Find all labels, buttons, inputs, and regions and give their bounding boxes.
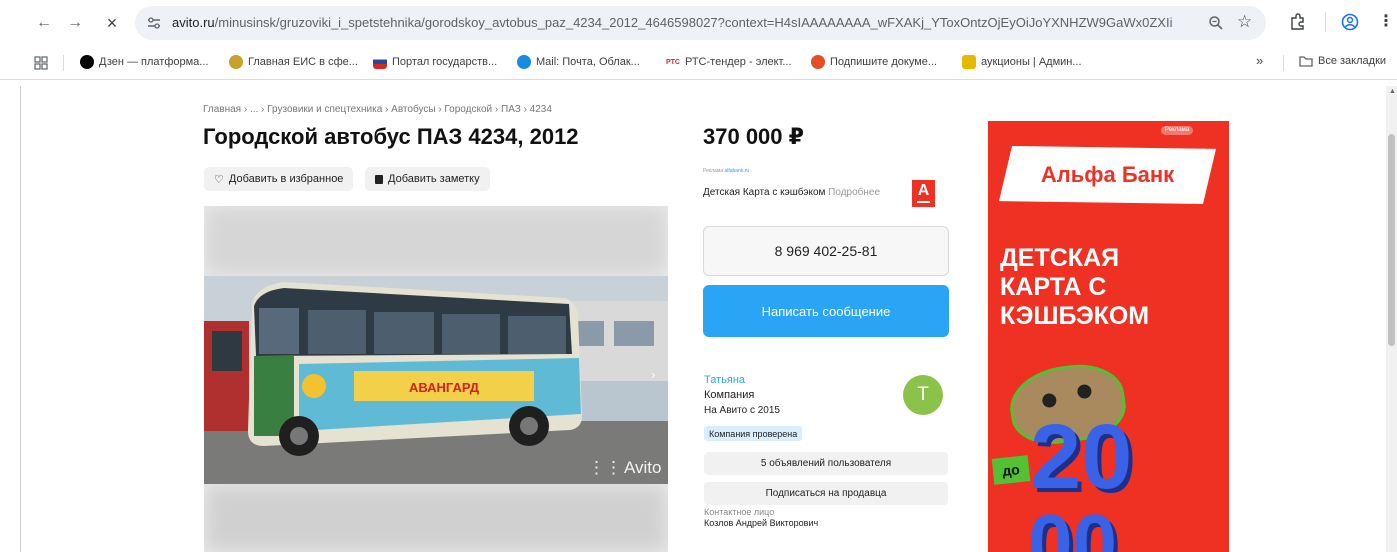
site-info-icon[interactable] (147, 16, 161, 30)
url-path: /minusinsk/gruzoviki_i_spetstehnika/goro… (214, 15, 1172, 30)
contact-person-name: Козлов Андрей Викторович (704, 518, 819, 528)
add-favorite-label: Добавить в избранное (228, 173, 344, 185)
banner-cashback-zeros: 00 (1028, 498, 1117, 552)
ad-text: Детская Карта с кэшбэком (703, 187, 826, 198)
apps-grid-icon[interactable] (34, 56, 48, 70)
page-title: Городской автобус ПАЗ 4234, 2012 (203, 124, 579, 149)
stop-loading-icon[interactable]: × (101, 12, 123, 34)
bookmarks-bar: Дзен — платформа... Главная ЕИС в сфе...… (0, 46, 1397, 80)
banner-cashback-number: 20 (1030, 406, 1133, 508)
small-ad[interactable]: Реклама alfabank.ru Детская Карта с кэшб… (703, 166, 948, 214)
bookmarks-divider (63, 55, 64, 71)
show-phone-button[interactable]: 8 969 402-25-81 (703, 226, 949, 276)
forward-icon[interactable]: → (64, 12, 86, 34)
rts-logo-icon: РТС (666, 55, 680, 69)
toolbar-divider (1325, 12, 1326, 32)
left-border (0, 86, 21, 552)
bookmark-eis[interactable]: Главная ЕИС в сфе... (229, 55, 358, 69)
seller-type: Компания (704, 389, 755, 401)
price: 370 000 ₽ (703, 124, 804, 149)
profile-icon[interactable] (1341, 13, 1359, 31)
subscribe-seller-button[interactable]: Подписаться на продавца (704, 482, 948, 505)
menu-dots-icon[interactable]: ⋮ (1378, 11, 1394, 31)
photo-watermark: Avito (624, 458, 662, 477)
url-text[interactable]: avito.ru/minusinsk/gruzoviki_i_spetstehn… (172, 15, 1172, 30)
seller-name-link[interactable]: Татьяна (704, 374, 745, 386)
scrollbar[interactable] (1386, 86, 1397, 552)
seller-since: На Авито с 2015 (704, 405, 780, 416)
ad-more-link[interactable]: Подробнее (828, 187, 880, 198)
bus-ad-text: АВАНГАРД (409, 380, 480, 395)
folder-icon (1299, 56, 1313, 67)
scroll-up-arrow-icon[interactable]: ▲ (1389, 88, 1396, 95)
ad-text-line: Детская Карта с кэшбэком Подробнее (703, 187, 880, 198)
banner-prefix: до (991, 455, 1031, 485)
bookmark-gosuslugi[interactable]: Портал государств... (373, 55, 497, 69)
verified-badge: Компания проверена (704, 426, 803, 441)
banner-bank-name: Альфа Банк (1040, 162, 1175, 187)
bookmark-rts-tender[interactable]: РТС РТС-тендер - элект... (666, 55, 792, 69)
zoom-icon[interactable] (1208, 15, 1224, 31)
bookmark-label: Главная ЕИС в сфе... (248, 56, 358, 68)
address-bar[interactable]: avito.ru/minusinsk/gruzoviki_i_spetstehn… (135, 6, 1266, 40)
heart-icon: ♡ (214, 173, 224, 186)
banner-ad-tag: Реклама (1161, 126, 1194, 135)
dzen-icon (80, 55, 94, 69)
listing-photo[interactable]: АВАНГАРД › ⋮⋮ Avito (204, 206, 668, 552)
auctions-icon (962, 55, 976, 69)
all-bookmarks-label: Все закладки (1318, 55, 1387, 67)
add-note-label: Добавить заметку (388, 173, 480, 185)
bookmark-sign-docs[interactable]: Подпишите докуме... (811, 55, 937, 69)
ad-label: Реклама (703, 168, 724, 174)
bookmark-label: Портал государств... (392, 56, 498, 68)
sign-docs-icon (811, 55, 825, 69)
next-photo-arrow-icon[interactable]: › (651, 368, 656, 382)
bookmark-label: Дзен — платформа... (99, 56, 209, 68)
mail-at-icon (517, 55, 531, 69)
browser-toolbar: ← → × avito.ru/minusinsk/gruzoviki_i_spe… (0, 0, 1397, 46)
bookmark-auctions[interactable]: аукционы | Админ... (962, 55, 1082, 69)
bookmark-label: аукционы | Админ... (981, 56, 1082, 68)
bookmark-star-icon[interactable]: ☆ (1237, 12, 1252, 32)
bookmark-mail[interactable]: Mail: Почта, Облак... (517, 55, 640, 69)
banner-headline-3: КЭШБЭКОМ (1000, 302, 1150, 330)
note-icon (375, 174, 383, 184)
banner-headline-1: ДЕТСКАЯ (1000, 244, 1120, 272)
contact-person-label: Контактное лицо (704, 507, 775, 517)
bus-photo-image: АВАНГАРД › ⋮⋮ Avito (204, 206, 668, 552)
bookmark-label: Mail: Почта, Облак... (536, 56, 640, 68)
write-message-button[interactable]: Написать сообщение (703, 285, 949, 337)
seller-ads-button[interactable]: 5 объявлений пользователя (704, 452, 948, 475)
alfa-logo-icon: А (912, 180, 935, 207)
scrollbar-thumb[interactable] (1388, 134, 1395, 346)
avatar[interactable]: Т (903, 375, 943, 415)
russian-flag-icon (373, 55, 387, 69)
ad-label-line: Реклама alfabank.ru (703, 168, 749, 174)
url-domain: avito.ru (172, 15, 215, 30)
bookmark-dzen[interactable]: Дзен — платформа... (80, 55, 208, 69)
back-icon[interactable]: ← (33, 12, 55, 34)
bookmark-label: Подпишите докуме... (830, 56, 938, 68)
banner-headline-2: КАРТА С (1000, 273, 1107, 301)
avito-dots-icon: ⋮⋮ (588, 458, 622, 477)
add-note-button[interactable]: Добавить заметку (365, 167, 490, 191)
extensions-icon[interactable] (1288, 13, 1306, 31)
browser-chrome: ← → × avito.ru/minusinsk/gruzoviki_i_spe… (0, 0, 1397, 86)
all-bookmarks-button[interactable]: Все закладки (1299, 55, 1386, 67)
alfa-bank-banner[interactable]: Реклама Альфа Банк ДЕТСКАЯ КАРТА С КЭШБЭ… (988, 121, 1229, 552)
breadcrumb[interactable]: Главная › ... › Грузовики и спецтехника … (203, 104, 552, 115)
bookmarks-divider (1283, 55, 1284, 71)
ad-domain: alfabank.ru (724, 168, 750, 174)
add-favorite-button[interactable]: ♡ Добавить в избранное (204, 167, 354, 191)
more-bookmarks-button[interactable]: » (1256, 53, 1263, 68)
bookmark-label: РТС-тендер - элект... (685, 56, 792, 68)
eis-emblem-icon (229, 55, 243, 69)
